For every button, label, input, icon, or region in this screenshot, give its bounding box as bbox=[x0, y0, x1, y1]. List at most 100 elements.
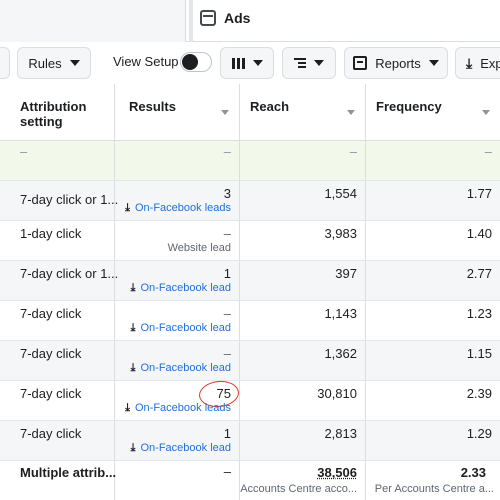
export-label: Exp bbox=[480, 55, 500, 71]
download-icon: ⤓ bbox=[130, 322, 136, 334]
summary-frequency-sub: Per Accounts Centre a... bbox=[374, 483, 494, 495]
cell-results: 1 ⤓ On-Facebook lead bbox=[115, 421, 240, 460]
column-header-frequency[interactable]: Frequency bbox=[366, 84, 500, 140]
cell-results: – ⤓ On-Facebook lead bbox=[115, 301, 240, 340]
reach-value: 1,143 bbox=[324, 306, 357, 321]
tab-ads[interactable]: Ads bbox=[200, 10, 250, 26]
export-button[interactable]: ⤓ Exp bbox=[455, 47, 500, 79]
columns-button[interactable] bbox=[220, 47, 274, 79]
cell-frequency: 2.39 bbox=[366, 381, 500, 420]
cell-results: – Website lead bbox=[115, 221, 240, 260]
chevron-down-icon bbox=[252, 60, 263, 66]
table-row[interactable]: 7-day click – ⤓ On-Facebook lead 1,362 1.… bbox=[0, 341, 500, 381]
result-type-link[interactable]: ⤓ On-Facebook leads bbox=[125, 402, 231, 415]
results-value: – bbox=[223, 226, 231, 241]
cell-results: 3 ⤓ On-Facebook leads bbox=[115, 181, 240, 220]
result-type-link[interactable]: ⤓ On-Facebook leads bbox=[125, 202, 231, 215]
result-type-label: On-Facebook lead bbox=[140, 362, 232, 374]
cell-attribution: – bbox=[0, 141, 115, 180]
cell-frequency: 1.15 bbox=[366, 341, 500, 380]
cell-attribution: 7-day click or 1... bbox=[0, 181, 119, 220]
cell-reach: – bbox=[240, 141, 366, 180]
cell-attribution: 7-day click bbox=[0, 421, 115, 460]
rules-button[interactable]: Rules bbox=[17, 47, 91, 79]
cell-reach: 38,506 Accounts Centre acco... bbox=[240, 461, 366, 500]
attribution-setting: 7-day click bbox=[20, 386, 82, 401]
attribution-setting: 7-day click bbox=[20, 426, 82, 441]
attribution-setting: 7-day click bbox=[20, 306, 82, 321]
table-row[interactable]: 7-day click or 1... 1 ⤓ On-Facebook lead … bbox=[0, 261, 500, 301]
table-row[interactable]: 1-day click – Website lead 3,983 1.40 bbox=[0, 221, 500, 261]
breakdown-button[interactable] bbox=[282, 47, 336, 79]
column-header-reach[interactable]: Reach bbox=[240, 84, 366, 140]
chevron-down-icon bbox=[69, 60, 80, 66]
results-value: 1 bbox=[223, 426, 231, 441]
download-icon: ⤓ bbox=[466, 54, 473, 71]
attribution-setting: 7-day click or 1... bbox=[20, 192, 119, 207]
sort-icon[interactable] bbox=[347, 110, 355, 115]
cell-frequency: 2.77 bbox=[366, 261, 500, 300]
reach-value: 397 bbox=[335, 266, 357, 281]
chevron-down-icon bbox=[314, 60, 324, 66]
cell-value: – bbox=[349, 144, 357, 159]
cell-frequency: 1.29 bbox=[366, 421, 500, 460]
summary-reach-sub: Accounts Centre acco... bbox=[240, 483, 357, 495]
table-row-placeholder: – – – – bbox=[0, 141, 500, 181]
attribution-setting: 7-day click bbox=[20, 346, 82, 361]
results-value: – bbox=[223, 306, 231, 321]
cell-reach: 30,810 bbox=[240, 381, 366, 420]
cell-reach: 397 bbox=[240, 261, 366, 300]
sort-icon[interactable] bbox=[482, 110, 490, 115]
reports-button[interactable]: Reports bbox=[344, 47, 448, 79]
result-type-link[interactable]: ⤓ On-Facebook lead bbox=[131, 362, 231, 375]
result-type-label: On-Facebook lead bbox=[140, 322, 232, 334]
table-row[interactable]: 7-day click 75 ⤓ On-Facebook leads 30,810… bbox=[0, 378, 500, 421]
cell-results: 1 ⤓ On-Facebook lead bbox=[115, 261, 240, 300]
download-icon: ⤓ bbox=[125, 202, 130, 214]
cell-value: – bbox=[223, 144, 231, 159]
toolbar: Rules View Setup Reports ⤓ Exp bbox=[0, 42, 500, 84]
toolbar-button-cut-off[interactable] bbox=[0, 47, 10, 79]
cell-attribution: 7-day click bbox=[0, 341, 115, 380]
result-type-label: On-Facebook lead bbox=[140, 282, 232, 294]
result-type-label: Website lead bbox=[167, 242, 231, 254]
column-header-attribution[interactable]: Attribution setting bbox=[0, 84, 115, 140]
table-row[interactable]: 7-day click 1 ⤓ On-Facebook lead 2,813 1.… bbox=[0, 421, 500, 461]
summary-reach: 38,506 bbox=[317, 465, 357, 480]
download-icon: ⤓ bbox=[130, 362, 136, 374]
summary-attribution: Multiple attrib... bbox=[20, 465, 117, 480]
result-type-link[interactable]: ⤓ On-Facebook lead bbox=[131, 442, 231, 455]
cell-reach: 1,554 bbox=[240, 181, 366, 220]
cell-results: – bbox=[115, 141, 240, 180]
reach-value: 30,810 bbox=[317, 386, 357, 401]
table-header: Attribution setting Results Reach Freque… bbox=[0, 84, 500, 141]
toggle-knob bbox=[182, 54, 198, 70]
cell-value: – bbox=[484, 144, 492, 159]
column-header-results[interactable]: Results bbox=[115, 84, 240, 140]
reach-value: 2,813 bbox=[324, 426, 357, 441]
table-row[interactable]: 7-day click – ⤓ On-Facebook lead 1,143 1.… bbox=[0, 301, 500, 341]
columns-icon bbox=[231, 57, 245, 69]
ads-icon bbox=[200, 10, 216, 26]
sort-icon[interactable] bbox=[221, 110, 229, 115]
results-value: – bbox=[223, 346, 231, 361]
table-row[interactable]: 7-day click or 1... 3 ⤓ On-Facebook leads… bbox=[0, 181, 500, 221]
reach-value: 1,362 bbox=[324, 346, 357, 361]
cell-reach: 2,813 bbox=[240, 421, 366, 460]
result-type-link[interactable]: ⤓ On-Facebook lead bbox=[131, 322, 231, 335]
previous-tab[interactable] bbox=[0, 0, 186, 42]
frequency-value: 2.39 bbox=[466, 386, 492, 401]
tab-divider bbox=[189, 0, 193, 42]
cell-attribution: 7-day click bbox=[0, 381, 115, 420]
result-type-link[interactable]: ⤓ On-Facebook lead bbox=[131, 282, 231, 295]
download-icon: ⤓ bbox=[125, 402, 130, 414]
column-header-label: Frequency bbox=[376, 99, 442, 114]
column-header-label: Attribution setting bbox=[20, 99, 87, 129]
result-type-label: On-Facebook leads bbox=[135, 402, 231, 414]
results-value: 75 bbox=[197, 378, 241, 410]
result-type-label: On-Facebook lead bbox=[140, 442, 232, 454]
cell-attribution: 1-day click bbox=[0, 221, 115, 260]
view-setup-toggle[interactable] bbox=[180, 52, 212, 72]
summary-results: – bbox=[223, 464, 231, 479]
result-type-label: On-Facebook leads bbox=[135, 202, 231, 214]
